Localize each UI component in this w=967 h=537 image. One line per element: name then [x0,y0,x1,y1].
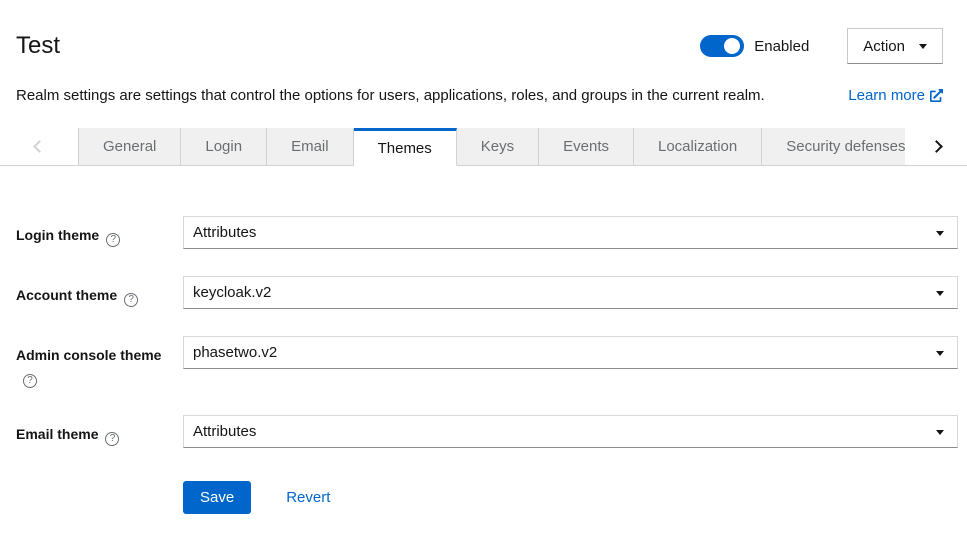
caret-down-icon [936,351,944,356]
login-theme-select[interactable]: Attributes [183,216,958,249]
tab-themes[interactable]: Themes [354,128,457,166]
page-title: Test [16,30,700,62]
caret-down-icon [936,291,944,296]
admin-console-theme-select[interactable]: phasetwo.v2 [183,336,958,369]
enabled-label: Enabled [754,38,809,55]
help-icon[interactable]: ? [124,293,138,307]
page-header: Test Enabled Action Realm settings are s… [0,0,967,104]
learn-more-link[interactable]: Learn more [848,87,943,104]
learn-more-label: Learn more [848,87,925,104]
email-theme-select[interactable]: Attributes [183,415,958,448]
help-icon[interactable]: ? [105,432,119,446]
save-button[interactable]: Save [183,481,251,514]
login-theme-row: Login theme? Attributes [16,216,958,249]
toggle-knob-icon [724,38,740,54]
realm-settings-description: Realm settings are settings that control… [16,87,848,104]
tab-keys[interactable]: Keys [457,128,539,166]
account-theme-value: keycloak.v2 [193,284,271,301]
login-theme-label: Login theme? [16,216,183,249]
admin-console-theme-label: Admin console theme? [16,336,183,388]
admin-console-theme-value: phasetwo.v2 [193,344,277,361]
help-icon[interactable]: ? [106,233,120,247]
tab-security-defenses[interactable]: Security defenses [762,128,905,166]
help-icon[interactable]: ? [23,374,37,388]
login-theme-value: Attributes [193,224,256,241]
chevron-right-icon [930,140,943,153]
action-dropdown-button[interactable]: Action [847,28,943,64]
tab-general[interactable]: General [78,128,181,166]
enabled-toggle[interactable] [700,35,744,57]
account-theme-row: Account theme? keycloak.v2 [16,276,958,309]
revert-button[interactable]: Revert [286,489,330,506]
external-link-icon [930,89,943,102]
tabs-strip: General Login Email Themes Keys Events L… [78,128,905,166]
tab-email[interactable]: Email [267,128,354,166]
caret-down-icon [936,430,944,435]
email-theme-label: Email theme? [16,415,183,448]
caret-down-icon [936,231,944,236]
email-theme-row: Email theme? Attributes [16,415,958,448]
chevron-left-icon [33,140,46,153]
caret-down-icon [919,44,927,49]
realm-settings-tabbar: General Login Email Themes Keys Events L… [0,128,967,166]
tab-localization[interactable]: Localization [634,128,762,166]
email-theme-value: Attributes [193,423,256,440]
tab-events[interactable]: Events [539,128,634,166]
admin-console-theme-row: Admin console theme? phasetwo.v2 [16,336,958,388]
themes-form: Login theme? Attributes Account theme? k… [0,166,967,514]
action-dropdown-label: Action [863,38,905,55]
scroll-tabs-left-button[interactable] [0,128,78,166]
form-actions: Save Revert [183,481,958,514]
tab-login[interactable]: Login [181,128,267,166]
scroll-tabs-right-button[interactable] [905,128,967,166]
account-theme-label: Account theme? [16,276,183,309]
account-theme-select[interactable]: keycloak.v2 [183,276,958,309]
